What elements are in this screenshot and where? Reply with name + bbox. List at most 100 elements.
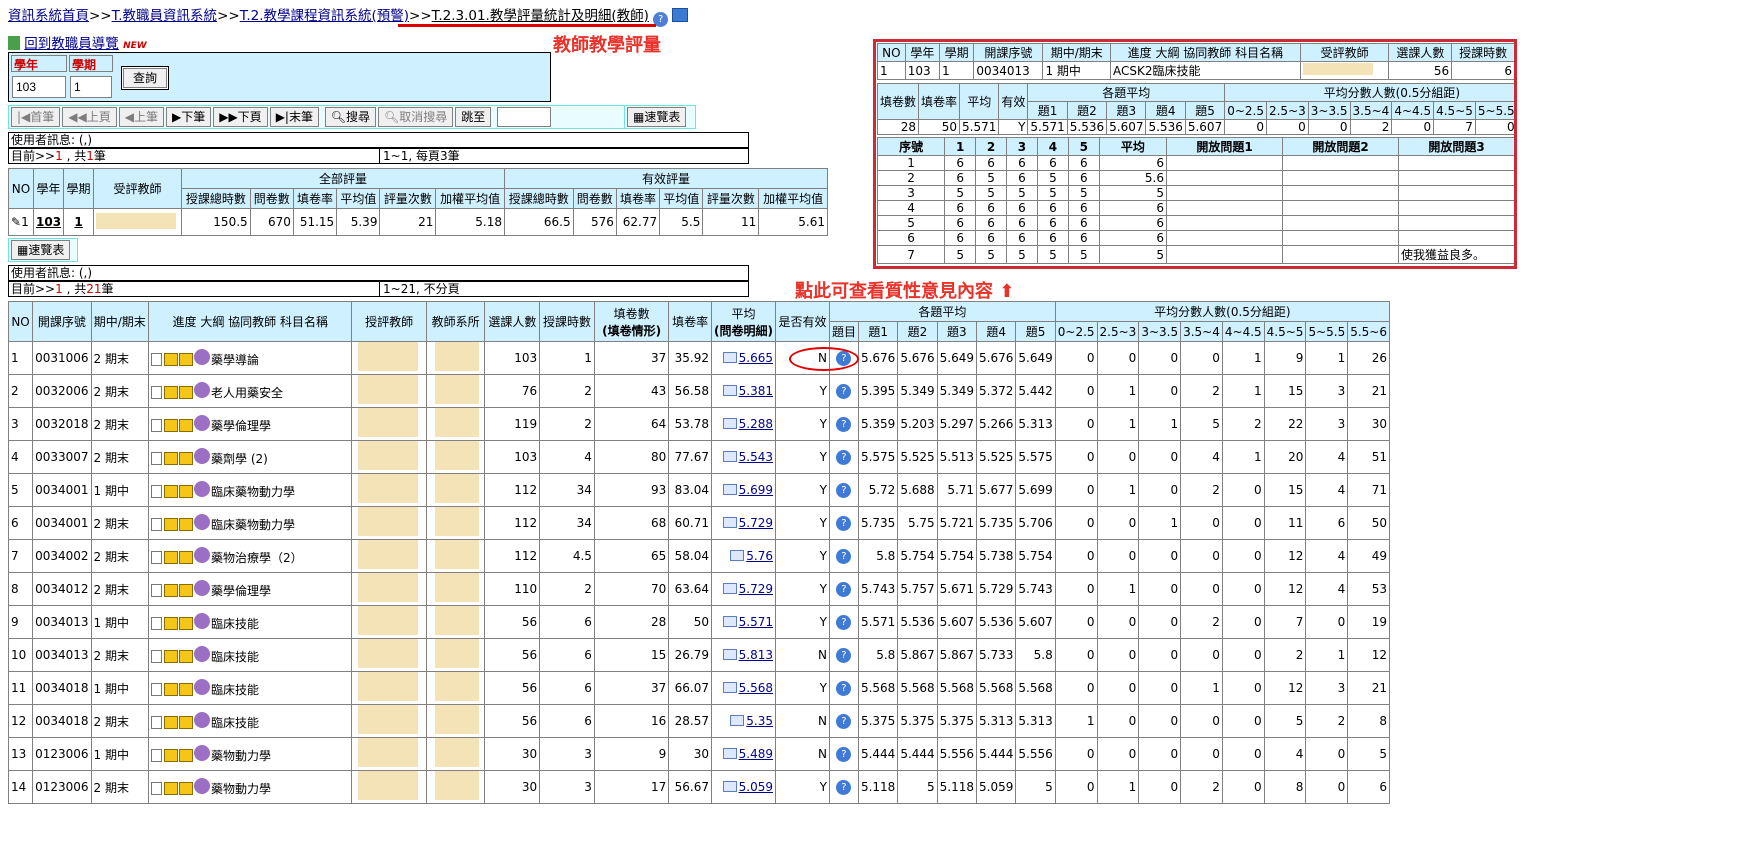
syllabus-book-icon[interactable] (164, 517, 178, 531)
co-teacher-icon[interactable] (194, 348, 210, 365)
avg-detail-link[interactable]: 5.76 (746, 549, 773, 563)
co-teacher-icon[interactable] (194, 612, 210, 629)
syllabus-book-icon[interactable] (164, 418, 178, 432)
summary-term-link[interactable]: 1 (74, 215, 82, 229)
help-icon[interactable]: ? (836, 648, 852, 663)
syllabus-book-icon[interactable] (179, 583, 193, 597)
co-teacher-icon[interactable] (194, 546, 210, 563)
avg-detail-link[interactable]: 5.813 (739, 648, 773, 662)
questionnaire-list-icon[interactable] (730, 550, 745, 561)
syllabus-book-icon[interactable] (164, 583, 178, 597)
export-icon[interactable] (672, 8, 689, 22)
avg-detail-link[interactable]: 5.699 (739, 483, 773, 497)
year-input[interactable] (12, 76, 66, 98)
prev-record-button[interactable]: ◀上筆 (118, 107, 164, 127)
progress-doc-icon[interactable] (151, 748, 162, 762)
syllabus-book-icon[interactable] (179, 484, 193, 498)
quick-table-button-2[interactable]: ▦速覽表 (11, 240, 71, 260)
first-record-button[interactable]: |◀首筆 (11, 107, 61, 127)
progress-doc-icon[interactable] (151, 781, 162, 795)
help-icon[interactable]: ? (836, 747, 852, 762)
avg-detail-link[interactable]: 5.059 (739, 780, 773, 794)
progress-doc-icon[interactable] (151, 715, 162, 729)
next-record-button[interactable]: ▶下筆 (165, 107, 212, 127)
syllabus-book-icon[interactable] (179, 682, 193, 696)
breadcrumb-home[interactable]: 資訊系統首頁 (8, 8, 89, 24)
co-teacher-icon[interactable] (194, 513, 210, 530)
progress-doc-icon[interactable] (151, 550, 162, 564)
avg-detail-link[interactable]: 5.489 (739, 747, 773, 761)
term-input[interactable] (70, 76, 112, 98)
syllabus-book-icon[interactable] (179, 451, 193, 465)
questionnaire-list-icon[interactable] (722, 517, 737, 528)
co-teacher-icon[interactable] (194, 777, 210, 794)
co-teacher-icon[interactable] (194, 744, 210, 761)
syllabus-book-icon[interactable] (179, 550, 193, 564)
co-teacher-icon[interactable] (194, 447, 210, 464)
questionnaire-list-icon[interactable] (722, 583, 737, 594)
co-teacher-icon[interactable] (194, 381, 210, 398)
help-icon[interactable]: ? (836, 780, 852, 795)
questionnaire-list-icon[interactable] (730, 715, 745, 726)
help-icon[interactable]: ? (836, 516, 852, 531)
questionnaire-list-icon[interactable] (722, 352, 737, 363)
syllabus-book-icon[interactable] (179, 517, 193, 531)
progress-doc-icon[interactable] (151, 616, 162, 630)
quick-table-button[interactable]: ▦速覽表 (627, 107, 687, 127)
jump-input[interactable] (497, 107, 552, 127)
help-icon[interactable]: ? (836, 450, 852, 465)
progress-doc-icon[interactable] (151, 583, 162, 597)
co-teacher-icon[interactable] (194, 579, 210, 596)
breadcrumb-staff-system[interactable]: T.教職員資訊系統 (112, 8, 217, 24)
co-teacher-icon[interactable] (194, 711, 210, 728)
next-page-button[interactable]: ▶▶下頁 (213, 107, 268, 127)
progress-doc-icon[interactable] (151, 352, 162, 366)
syllabus-book-icon[interactable] (164, 385, 178, 399)
syllabus-book-icon[interactable] (164, 715, 178, 729)
help-icon[interactable]: ? (836, 615, 852, 630)
questionnaire-list-icon[interactable] (722, 418, 737, 429)
questionnaire-list-icon[interactable] (722, 385, 737, 396)
questionnaire-list-icon[interactable] (722, 451, 737, 462)
avg-detail-link[interactable]: 5.543 (739, 450, 773, 464)
co-teacher-icon[interactable] (194, 678, 210, 695)
avg-detail-link[interactable]: 5.381 (739, 384, 773, 398)
help-icon[interactable]: ? (836, 384, 852, 399)
query-button[interactable]: 查詢 (123, 68, 167, 88)
questionnaire-list-icon[interactable] (722, 682, 737, 693)
syllabus-book-icon[interactable] (179, 385, 193, 399)
syllabus-book-icon[interactable] (164, 748, 178, 762)
syllabus-book-icon[interactable] (164, 649, 178, 663)
progress-doc-icon[interactable] (151, 385, 162, 399)
co-teacher-icon[interactable] (194, 414, 210, 431)
progress-doc-icon[interactable] (151, 649, 162, 663)
co-teacher-icon[interactable] (194, 645, 210, 662)
questionnaire-list-icon[interactable] (722, 781, 737, 792)
summary-year-link[interactable]: 103 (36, 215, 61, 229)
syllabus-book-icon[interactable] (179, 781, 193, 795)
progress-doc-icon[interactable] (151, 451, 162, 465)
syllabus-book-icon[interactable] (179, 748, 193, 762)
cancel-search-button[interactable]: 🔍︎取消搜尋 (378, 107, 454, 127)
jump-button[interactable]: 跳至 (455, 107, 492, 127)
questionnaire-list-icon[interactable] (722, 748, 737, 759)
syllabus-book-icon[interactable] (164, 550, 178, 564)
syllabus-book-icon[interactable] (164, 484, 178, 498)
progress-doc-icon[interactable] (151, 484, 162, 498)
progress-doc-icon[interactable] (151, 682, 162, 696)
progress-doc-icon[interactable] (151, 517, 162, 531)
back-to-staff-nav-link[interactable]: 回到教職員導覽 (24, 36, 119, 52)
avg-detail-link[interactable]: 5.288 (739, 417, 773, 431)
syllabus-book-icon[interactable] (179, 715, 193, 729)
help-icon[interactable]: ? (836, 549, 852, 564)
syllabus-book-icon[interactable] (164, 781, 178, 795)
syllabus-book-icon[interactable] (164, 616, 178, 630)
syllabus-book-icon[interactable] (179, 418, 193, 432)
last-record-button[interactable]: ▶|末筆 (269, 107, 319, 127)
syllabus-book-icon[interactable] (164, 451, 178, 465)
help-icon[interactable]: ? (836, 681, 852, 696)
help-icon[interactable]: ? (836, 582, 852, 597)
summary-year[interactable]: 103 (32, 208, 65, 236)
syllabus-book-icon[interactable] (164, 352, 178, 366)
help-icon[interactable]: ? (836, 483, 852, 498)
